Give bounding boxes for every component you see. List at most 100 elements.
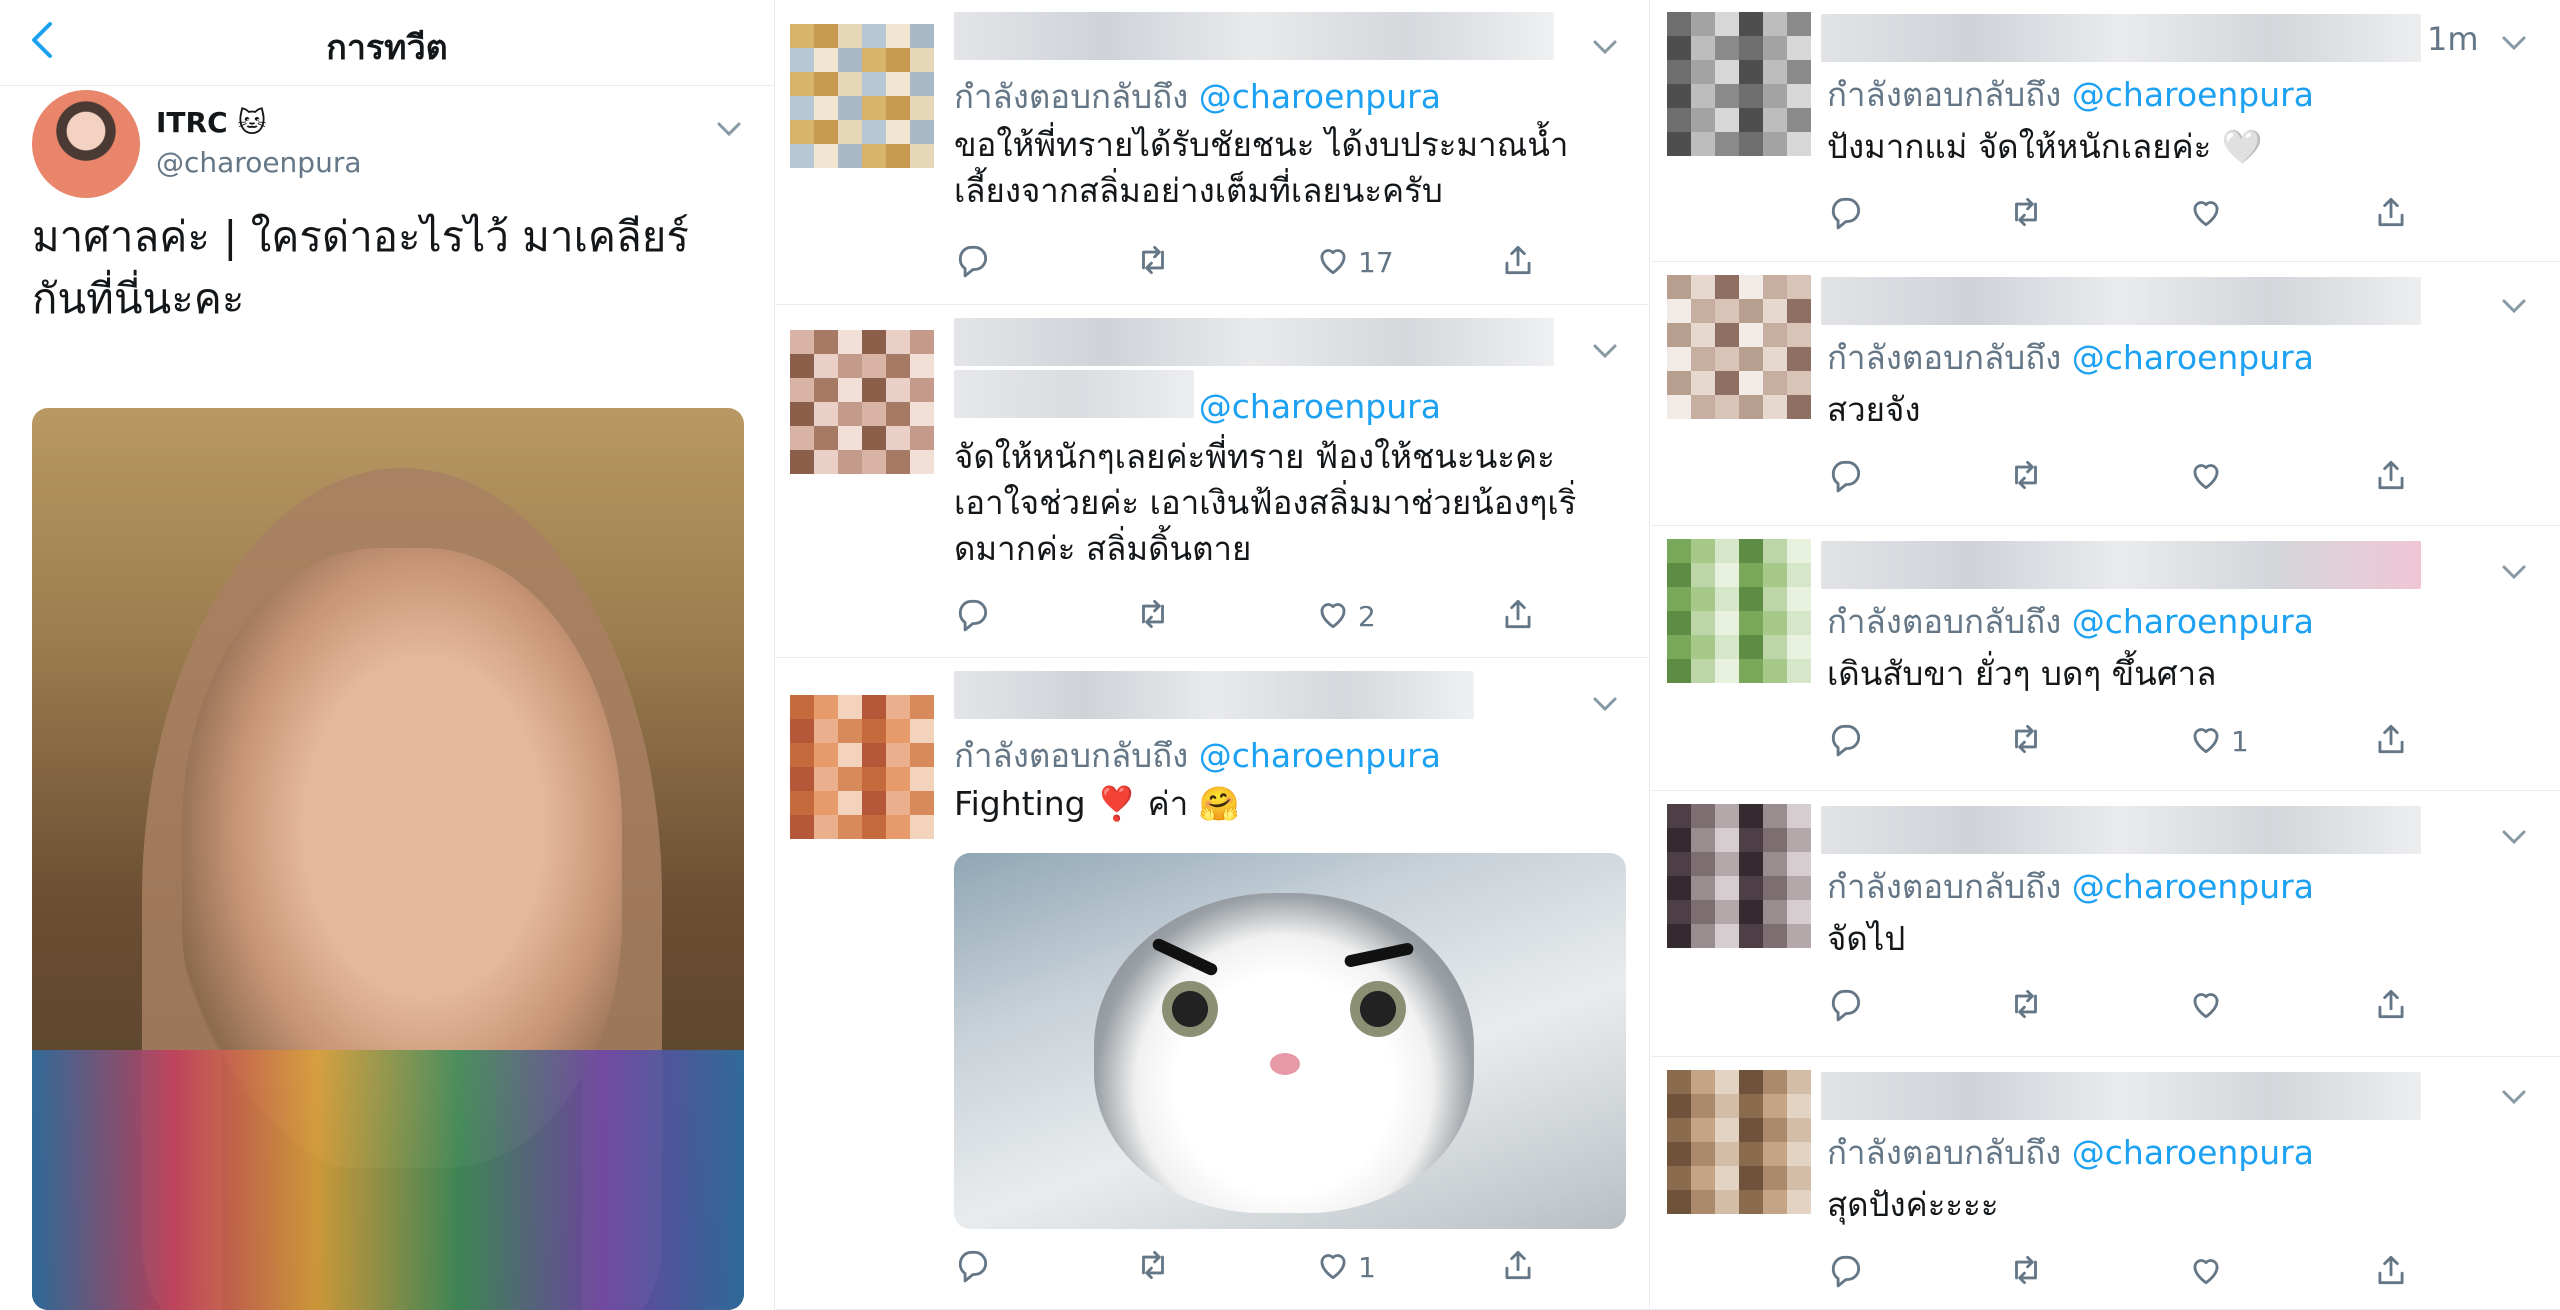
reply-icon[interactable]	[1827, 1251, 1865, 1293]
share-button[interactable]	[1499, 1247, 1537, 1287]
retweet-button[interactable]	[2007, 986, 2045, 1026]
share-icon[interactable]	[1499, 241, 1537, 283]
like-button[interactable]	[2187, 457, 2225, 497]
retweet-icon[interactable]	[1134, 1246, 1172, 1288]
like-icon[interactable]	[1314, 1246, 1352, 1288]
author-avatar[interactable]	[32, 90, 140, 198]
reply-button[interactable]	[1827, 194, 1865, 234]
reply-icon[interactable]	[954, 595, 992, 637]
like-button[interactable]: 1	[2187, 721, 2249, 761]
author-handle[interactable]: @charoenpura	[156, 146, 362, 179]
like-button[interactable]: 17	[1314, 242, 1394, 282]
timestamp[interactable]: 1m	[2427, 20, 2479, 58]
like-button[interactable]: 1	[1314, 1247, 1376, 1287]
retweet-button[interactable]	[2007, 194, 2045, 234]
reply-button[interactable]	[1827, 986, 1865, 1026]
chevron-down-icon[interactable]	[1590, 689, 1620, 719]
avatar[interactable]	[790, 695, 934, 839]
chevron-down-icon[interactable]	[714, 114, 744, 144]
mention-link[interactable]: @charoenpura	[2072, 867, 2314, 906]
avatar[interactable]	[1667, 12, 1811, 156]
reply-button[interactable]	[954, 242, 992, 282]
like-button[interactable]	[2187, 194, 2225, 234]
reply-button[interactable]	[954, 596, 992, 636]
avatar[interactable]	[790, 330, 934, 474]
reply-button[interactable]	[954, 1247, 992, 1287]
retweet-icon[interactable]	[2007, 456, 2045, 498]
share-button[interactable]	[2372, 194, 2410, 234]
reply-tweet[interactable]: กำลังตอบกลับถึง @charoenpuraจัดให้หนักๆเ…	[776, 306, 1649, 658]
reply-icon[interactable]	[1827, 193, 1865, 235]
like-icon[interactable]	[1314, 595, 1352, 637]
avatar[interactable]	[1667, 804, 1811, 948]
share-button[interactable]	[2372, 721, 2410, 761]
share-button[interactable]	[1499, 242, 1537, 282]
share-button[interactable]	[1499, 596, 1537, 636]
reply-tweet[interactable]: 1m กำลังตอบกลับถึง @charoenpura ปังมากแม่ …	[1651, 0, 2560, 262]
like-button[interactable]: 2	[1314, 596, 1376, 636]
share-icon[interactable]	[2372, 456, 2410, 498]
chevron-down-icon[interactable]	[2499, 822, 2529, 852]
like-icon[interactable]	[2187, 1251, 2225, 1293]
retweet-button[interactable]	[1134, 242, 1172, 282]
reply-tweet[interactable]: กำลังตอบกลับถึง @charoenpura เดินสับขา ยั…	[1651, 527, 2560, 791]
share-icon[interactable]	[2372, 1251, 2410, 1293]
reply-tweet[interactable]: กำลังตอบกลับถึง @charoenpura สุดปังค่ะะะะ	[1651, 1058, 2560, 1310]
retweet-button[interactable]	[1134, 1247, 1172, 1287]
share-icon[interactable]	[1499, 1246, 1537, 1288]
share-icon[interactable]	[2372, 985, 2410, 1027]
like-icon[interactable]	[1314, 241, 1352, 283]
chevron-down-icon[interactable]	[2499, 1082, 2529, 1112]
retweet-icon[interactable]	[2007, 985, 2045, 1027]
like-button[interactable]	[2187, 986, 2225, 1026]
share-icon[interactable]	[1499, 595, 1537, 637]
mention-link[interactable]: @charoenpura	[2072, 1133, 2314, 1172]
retweet-button[interactable]	[2007, 721, 2045, 761]
retweet-icon[interactable]	[1134, 595, 1172, 637]
reply-icon[interactable]	[1827, 985, 1865, 1027]
avatar[interactable]	[1667, 1070, 1811, 1214]
reply-button[interactable]	[1827, 1252, 1865, 1292]
retweet-icon[interactable]	[1134, 241, 1172, 283]
mention-link[interactable]: @charoenpura	[2072, 602, 2314, 641]
reply-button[interactable]	[1827, 721, 1865, 761]
reply-tweet[interactable]: กำลังตอบกลับถึง @charoenpura จัดไป	[1651, 792, 2560, 1057]
mention-link[interactable]: @charoenpura	[2072, 338, 2314, 377]
mention-link[interactable]: @charoenpura	[1199, 387, 1441, 426]
retweet-button[interactable]	[2007, 457, 2045, 497]
reply-icon[interactable]	[1827, 720, 1865, 762]
share-button[interactable]	[2372, 986, 2410, 1026]
share-button[interactable]	[2372, 1252, 2410, 1292]
retweet-button[interactable]	[2007, 1252, 2045, 1292]
like-icon[interactable]	[2187, 985, 2225, 1027]
tweet-photo[interactable]	[32, 408, 744, 1310]
like-icon[interactable]	[2187, 720, 2225, 762]
chevron-down-icon[interactable]	[1590, 336, 1620, 366]
like-icon[interactable]	[2187, 193, 2225, 235]
retweet-button[interactable]	[1134, 596, 1172, 636]
reply-button[interactable]	[1827, 457, 1865, 497]
share-button[interactable]	[2372, 457, 2410, 497]
like-button[interactable]	[2187, 1252, 2225, 1292]
retweet-icon[interactable]	[2007, 193, 2045, 235]
reply-icon[interactable]	[954, 241, 992, 283]
chevron-down-icon[interactable]	[2499, 28, 2529, 58]
retweet-icon[interactable]	[2007, 1251, 2045, 1293]
chevron-down-icon[interactable]	[2499, 291, 2529, 321]
chevron-down-icon[interactable]	[2499, 557, 2529, 587]
avatar[interactable]	[1667, 275, 1811, 419]
reply-icon[interactable]	[954, 1246, 992, 1288]
avatar[interactable]	[790, 24, 934, 168]
mention-link[interactable]: @charoenpura	[1199, 77, 1441, 116]
mention-link[interactable]: @charoenpura	[1199, 736, 1441, 775]
share-icon[interactable]	[2372, 720, 2410, 762]
reply-tweet[interactable]: กำลังตอบกลับถึง @charoenpura สวยจัง	[1651, 263, 2560, 526]
reply-photo[interactable]	[954, 853, 1626, 1229]
retweet-icon[interactable]	[2007, 720, 2045, 762]
share-icon[interactable]	[2372, 193, 2410, 235]
reply-tweet[interactable]: กำลังตอบกลับถึง @charoenpura ขอให้พี่ทราย…	[776, 0, 1649, 305]
author-name[interactable]: ITRC 🐱	[156, 106, 267, 139]
avatar[interactable]	[1667, 539, 1811, 683]
mention-link[interactable]: @charoenpura	[2072, 75, 2314, 114]
reply-icon[interactable]	[1827, 456, 1865, 498]
